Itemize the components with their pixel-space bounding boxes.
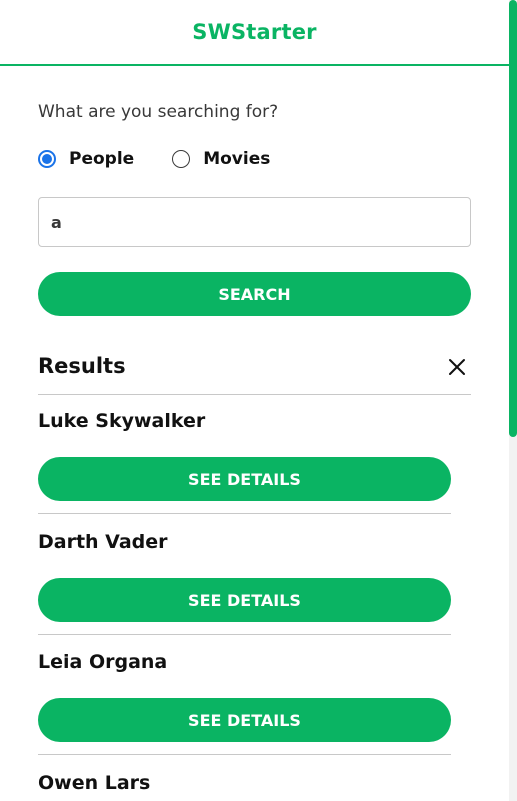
radio-label-movies: Movies bbox=[203, 149, 271, 169]
results-title: Results bbox=[38, 354, 126, 378]
search-button[interactable]: SEARCH bbox=[38, 272, 471, 316]
see-details-button[interactable]: SEE DETAILS bbox=[38, 578, 451, 622]
scrollbar-thumb[interactable] bbox=[509, 0, 517, 437]
result-divider bbox=[38, 754, 451, 755]
results-divider bbox=[38, 394, 471, 395]
result-divider bbox=[38, 634, 451, 635]
result-name: Leia Organa bbox=[38, 651, 168, 673]
search-type-radio-group: People Movies bbox=[38, 149, 308, 169]
result-name: Luke Skywalker bbox=[38, 410, 206, 432]
see-details-button[interactable]: SEE DETAILS bbox=[38, 698, 451, 742]
radio-people[interactable] bbox=[38, 150, 56, 168]
header: SWStarter bbox=[0, 0, 509, 66]
radio-option-movies[interactable]: Movies bbox=[172, 149, 270, 169]
result-name: Owen Lars bbox=[38, 772, 151, 794]
result-name: Darth Vader bbox=[38, 531, 168, 553]
radio-option-people[interactable]: People bbox=[38, 149, 134, 169]
search-question: What are you searching for? bbox=[38, 102, 279, 122]
search-input[interactable] bbox=[38, 197, 471, 247]
brand-title[interactable]: SWStarter bbox=[192, 20, 316, 44]
result-divider bbox=[38, 513, 451, 514]
close-icon[interactable] bbox=[447, 357, 467, 377]
see-details-button[interactable]: SEE DETAILS bbox=[38, 457, 451, 501]
radio-movies[interactable] bbox=[172, 150, 191, 168]
radio-label-people: People bbox=[69, 149, 135, 169]
app: SWStarter What are you searching for? Pe… bbox=[0, 0, 517, 801]
